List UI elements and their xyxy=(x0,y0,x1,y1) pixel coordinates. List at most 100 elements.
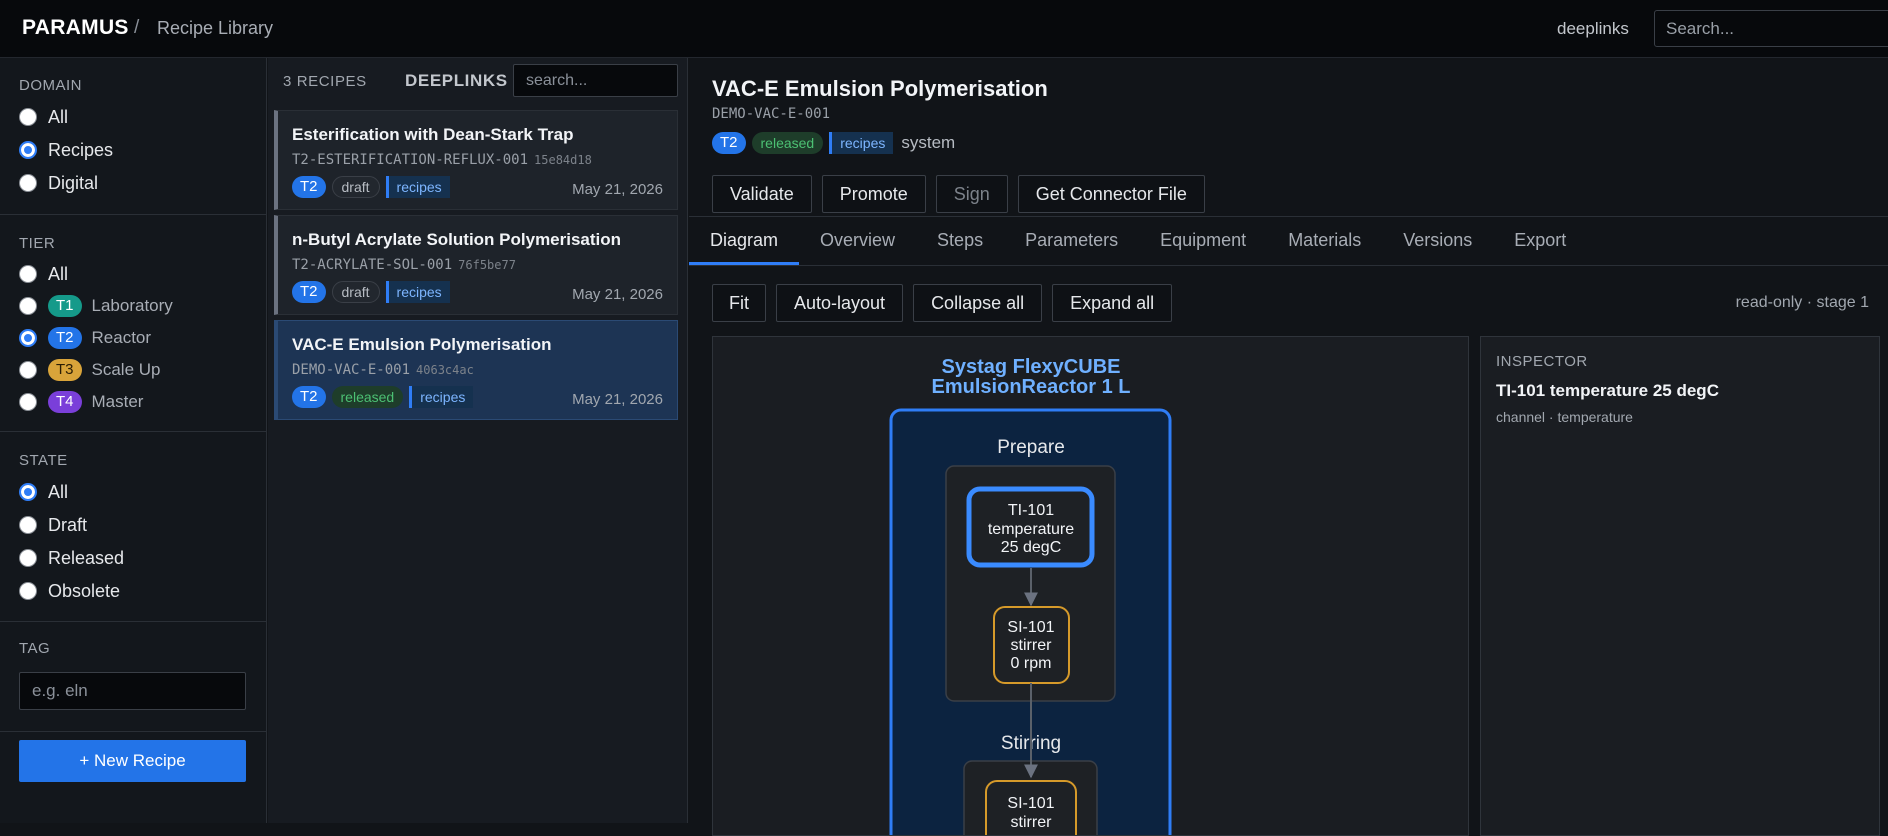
radio-icon xyxy=(19,297,37,315)
state-badge: draft xyxy=(331,176,380,198)
radio-icon xyxy=(19,174,37,192)
domain-option-all[interactable]: All xyxy=(19,104,68,130)
promote-button[interactable]: Promote xyxy=(821,175,926,213)
owner-label: system xyxy=(901,133,956,152)
tier-badge: T2 xyxy=(712,132,746,154)
tab-overview[interactable]: Overview xyxy=(799,217,916,265)
recipe-title: n-Butyl Acrylate Solution Polymerisation xyxy=(292,230,622,249)
equipment-title-line1: Systag FlexyCUBE xyxy=(942,356,1121,378)
radio-selected-icon xyxy=(19,329,37,347)
tab-parameters[interactable]: Parameters xyxy=(1004,217,1139,265)
recipe-search-input[interactable] xyxy=(513,64,678,97)
state-option-draft[interactable]: Draft xyxy=(19,512,87,538)
tab-diagram[interactable]: Diagram xyxy=(689,217,800,265)
tab-export[interactable]: Export xyxy=(1493,217,1587,265)
state-badge: released xyxy=(331,386,404,408)
diagram-toolbar: Fit Auto-layout Collapse all Expand all xyxy=(712,284,1182,322)
state-badge: draft xyxy=(331,281,380,303)
recipe-list-pane: 3 RECIPES DEEPLINKS Esterification with … xyxy=(268,58,688,823)
inspector-selected-type: channel · temperature xyxy=(1496,409,1633,425)
list-deeplinks-link[interactable]: DEEPLINKS xyxy=(405,71,508,91)
collapse-all-button[interactable]: Collapse all xyxy=(913,284,1043,322)
tier-badge-t3: T3 xyxy=(48,359,82,381)
radio-icon xyxy=(19,108,37,126)
domain-filter: DOMAIN All Recipes Digital xyxy=(0,58,267,215)
recipe-badges: T2 released recipes system xyxy=(712,132,955,154)
inspector-panel: INSPECTOR TI-101 temperature 25 degC cha… xyxy=(1480,336,1880,836)
node-si-101-line2: stirrer xyxy=(1011,637,1053,654)
recipe-badges: T2 draft recipes xyxy=(292,176,450,198)
recipe-card[interactable]: Esterification with Dean-Stark Trap T2-E… xyxy=(274,110,678,210)
state-badge: released xyxy=(751,132,824,154)
tier-option-t1[interactable]: T1 Laboratory xyxy=(19,293,173,319)
tab-steps[interactable]: Steps xyxy=(916,217,1004,265)
new-recipe-button[interactable]: + New Recipe xyxy=(19,740,246,782)
node-ti-101-line1: TI-101 xyxy=(1008,502,1054,519)
recipe-hash: 4063c4ac xyxy=(416,363,474,377)
sign-button[interactable]: Sign xyxy=(935,175,1008,213)
tier-option-t4[interactable]: T4 Master xyxy=(19,389,143,415)
global-search-input[interactable] xyxy=(1654,10,1888,47)
node-si-101-line3: 0 rpm xyxy=(1011,655,1052,672)
diagram-svg: Systag FlexyCUBE EmulsionReactor 1 L Pre… xyxy=(889,356,1172,835)
expand-all-button[interactable]: Expand all xyxy=(1052,284,1173,322)
node-ti-101-line2: temperature xyxy=(988,521,1074,538)
equipment-title-line2: EmulsionReactor 1 L xyxy=(932,376,1131,398)
radio-selected-icon xyxy=(19,483,37,501)
detail-tabs: Diagram Overview Steps Parameters Equipm… xyxy=(689,216,1888,266)
domain-option-digital[interactable]: Digital xyxy=(19,170,98,196)
domain-title: DOMAIN xyxy=(19,77,82,94)
state-option-released[interactable]: Released xyxy=(19,545,124,571)
recipe-badges: T2 released recipes xyxy=(292,386,474,408)
recipe-badges: T2 draft recipes xyxy=(292,281,450,303)
auto-layout-button[interactable]: Auto-layout xyxy=(776,284,904,322)
validate-button[interactable]: Validate xyxy=(712,175,812,213)
radio-icon xyxy=(19,582,37,600)
get-connector-file-button[interactable]: Get Connector File xyxy=(1017,175,1205,213)
tab-equipment[interactable]: Equipment xyxy=(1139,217,1267,265)
diagram-canvas[interactable]: Systag FlexyCUBE EmulsionReactor 1 L Pre… xyxy=(712,336,1469,836)
tier-option-t3[interactable]: T3 Scale Up xyxy=(19,357,161,383)
tier-option-t2[interactable]: T2 Reactor xyxy=(19,325,151,351)
tier-badge-t4: T4 xyxy=(48,391,82,413)
recipe-card-selected[interactable]: VAC-E Emulsion Polymerisation DEMO-VAC-E… xyxy=(274,320,678,420)
breadcrumb-recipe-library[interactable]: Recipe Library xyxy=(157,18,273,39)
recipe-hash: 76f5be77 xyxy=(458,258,516,272)
tier-badge: T2 xyxy=(292,176,326,198)
radio-icon xyxy=(19,393,37,411)
top-bar: PARAMUS / Recipe Library deeplinks xyxy=(0,0,1888,58)
state-filter: STATE All Draft Released Obsolete xyxy=(0,432,267,622)
recipe-date: May 21, 2026 xyxy=(572,391,663,408)
radio-icon xyxy=(19,361,37,379)
inspector-selected-name: TI-101 temperature 25 degC xyxy=(1496,381,1719,400)
recipe-detail-pane: VAC-E Emulsion Polymerisation DEMO-VAC-E… xyxy=(689,58,1888,836)
page-title: VAC-E Emulsion Polymerisation xyxy=(712,76,1048,101)
recipe-date: May 21, 2026 xyxy=(572,286,663,303)
state-option-obsolete[interactable]: Obsolete xyxy=(19,578,120,604)
tag-input[interactable] xyxy=(19,672,246,710)
inspector-title: INSPECTOR xyxy=(1496,353,1588,370)
radio-icon xyxy=(19,516,37,534)
group-label-prepare: Prepare xyxy=(997,437,1065,458)
tab-versions[interactable]: Versions xyxy=(1382,217,1493,265)
tier-badge: T2 xyxy=(292,386,326,408)
domain-option-recipes[interactable]: Recipes xyxy=(19,137,113,163)
fit-button[interactable]: Fit xyxy=(712,284,766,322)
radio-selected-icon xyxy=(19,141,37,159)
recipe-card[interactable]: n-Butyl Acrylate Solution Polymerisation… xyxy=(274,215,678,315)
radio-icon xyxy=(19,265,37,283)
radio-icon xyxy=(19,549,37,567)
node-si-101-stirring-line1: SI-101 xyxy=(1007,795,1054,812)
recipe-id: DEMO-VAC-E-001 4063c4ac xyxy=(292,362,474,378)
state-option-all[interactable]: All xyxy=(19,479,68,505)
tab-materials[interactable]: Materials xyxy=(1267,217,1382,265)
tier-title: TIER xyxy=(19,235,56,252)
tier-option-all[interactable]: All xyxy=(19,261,68,287)
app-brand[interactable]: PARAMUS xyxy=(22,16,129,40)
read-only-status: read-only · stage 1 xyxy=(1735,294,1869,311)
deeplinks-link[interactable]: deeplinks xyxy=(1557,19,1629,39)
breadcrumb-separator: / xyxy=(134,17,140,38)
recipe-hash: 15e84d18 xyxy=(534,153,592,167)
tag-badge: recipes xyxy=(409,386,474,408)
tier-badge: T2 xyxy=(292,281,326,303)
